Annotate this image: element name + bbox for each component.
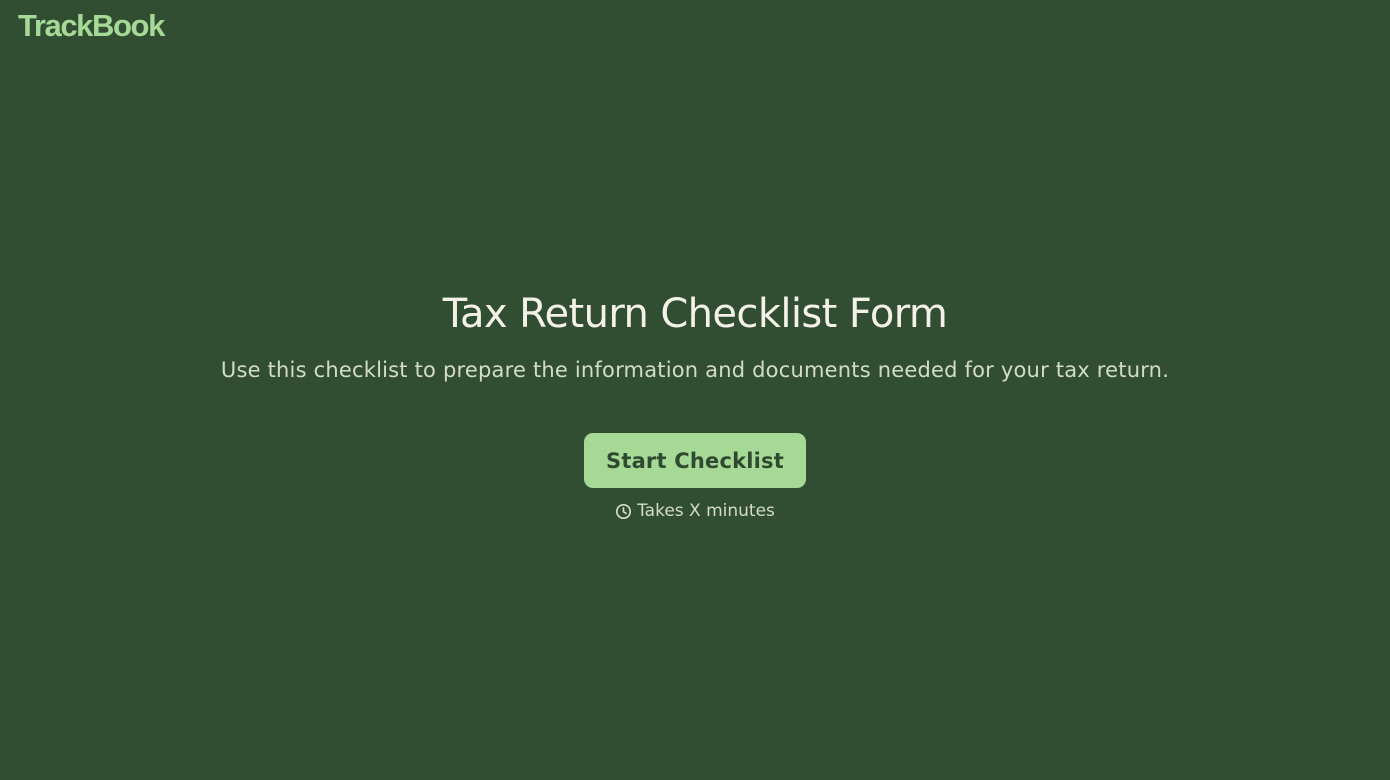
duration-text: Takes X minutes	[637, 501, 775, 521]
trackbook-logo[interactable]: TrackBook	[18, 8, 165, 44]
start-checklist-button[interactable]: Start Checklist	[584, 433, 806, 488]
page-title: Tax Return Checklist Form	[442, 291, 948, 337]
hero-section: Tax Return Checklist Form Use this check…	[0, 286, 1390, 522]
duration-note: Takes X minutes	[615, 500, 775, 522]
clock-icon	[615, 503, 632, 520]
page-subtitle: Use this checklist to prepare the inform…	[220, 358, 1170, 382]
page: TrackBook Tax Return Checklist Form Use …	[0, 0, 1390, 780]
start-checklist-label: Start Checklist	[606, 448, 784, 473]
